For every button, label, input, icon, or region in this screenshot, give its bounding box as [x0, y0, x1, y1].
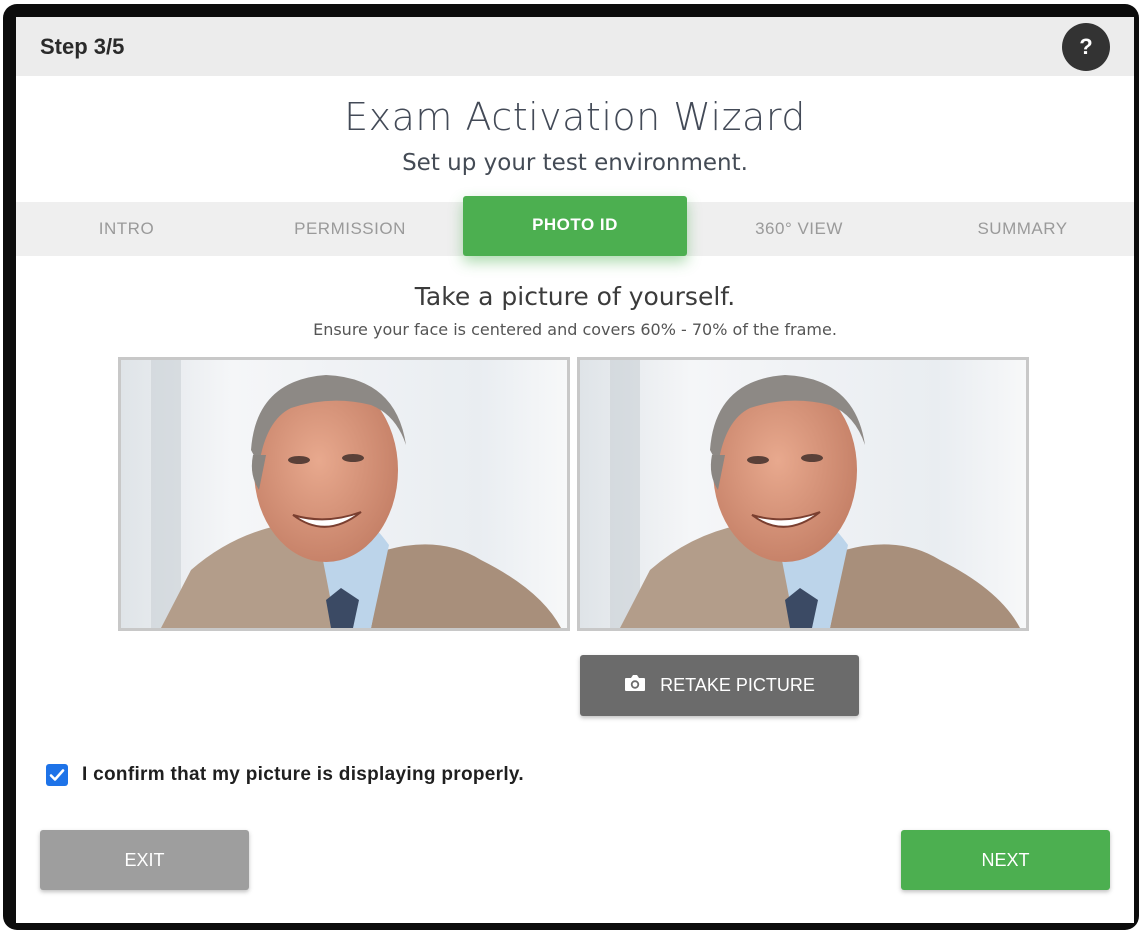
top-bar: Step 3/5 ?: [16, 17, 1134, 76]
help-button[interactable]: ?: [1062, 23, 1110, 71]
checkmark-icon: [49, 769, 65, 781]
tab-photo-id[interactable]: PHOTO ID: [463, 196, 687, 256]
exit-button[interactable]: EXIT: [40, 830, 249, 890]
tab-360-view[interactable]: 360° VIEW: [687, 202, 911, 256]
photo-instruction-title: Take a picture of yourself.: [414, 282, 736, 311]
wizard-dialog: Step 3/5 ? Exam Activation Wizard Set up…: [16, 17, 1134, 923]
confirm-label[interactable]: I confirm that my picture is displaying …: [82, 764, 524, 786]
wizard-subtitle: Set up your test environment.: [402, 150, 748, 176]
next-label: NEXT: [981, 849, 1030, 870]
camera-preview: [118, 357, 570, 631]
exit-label: EXIT: [124, 849, 165, 870]
step-indicator: Step 3/5: [40, 34, 125, 59]
step-tabs: INTRO PERMISSION PHOTO ID 360° VIEW SUMM…: [16, 196, 1134, 256]
tab-intro[interactable]: INTRO: [16, 202, 237, 256]
tab-permission[interactable]: PERMISSION: [237, 202, 463, 256]
camera-icon: [624, 674, 646, 697]
window-frame: Step 3/5 ? Exam Activation Wizard Set up…: [3, 4, 1139, 930]
confirm-checkbox[interactable]: [46, 764, 68, 786]
tab-summary[interactable]: SUMMARY: [911, 202, 1134, 256]
retake-picture-label: RETAKE PICTURE: [660, 675, 815, 695]
captured-photo: [577, 357, 1029, 631]
photo-instruction-subtitle: Ensure your face is centered and covers …: [313, 320, 837, 339]
help-icon: ?: [1079, 34, 1093, 59]
wizard-title: Exam Activation Wizard: [344, 95, 806, 139]
retake-picture-button[interactable]: RETAKE PICTURE: [580, 655, 859, 716]
confirm-row: I confirm that my picture is displaying …: [46, 763, 524, 787]
next-button[interactable]: NEXT: [901, 830, 1110, 890]
